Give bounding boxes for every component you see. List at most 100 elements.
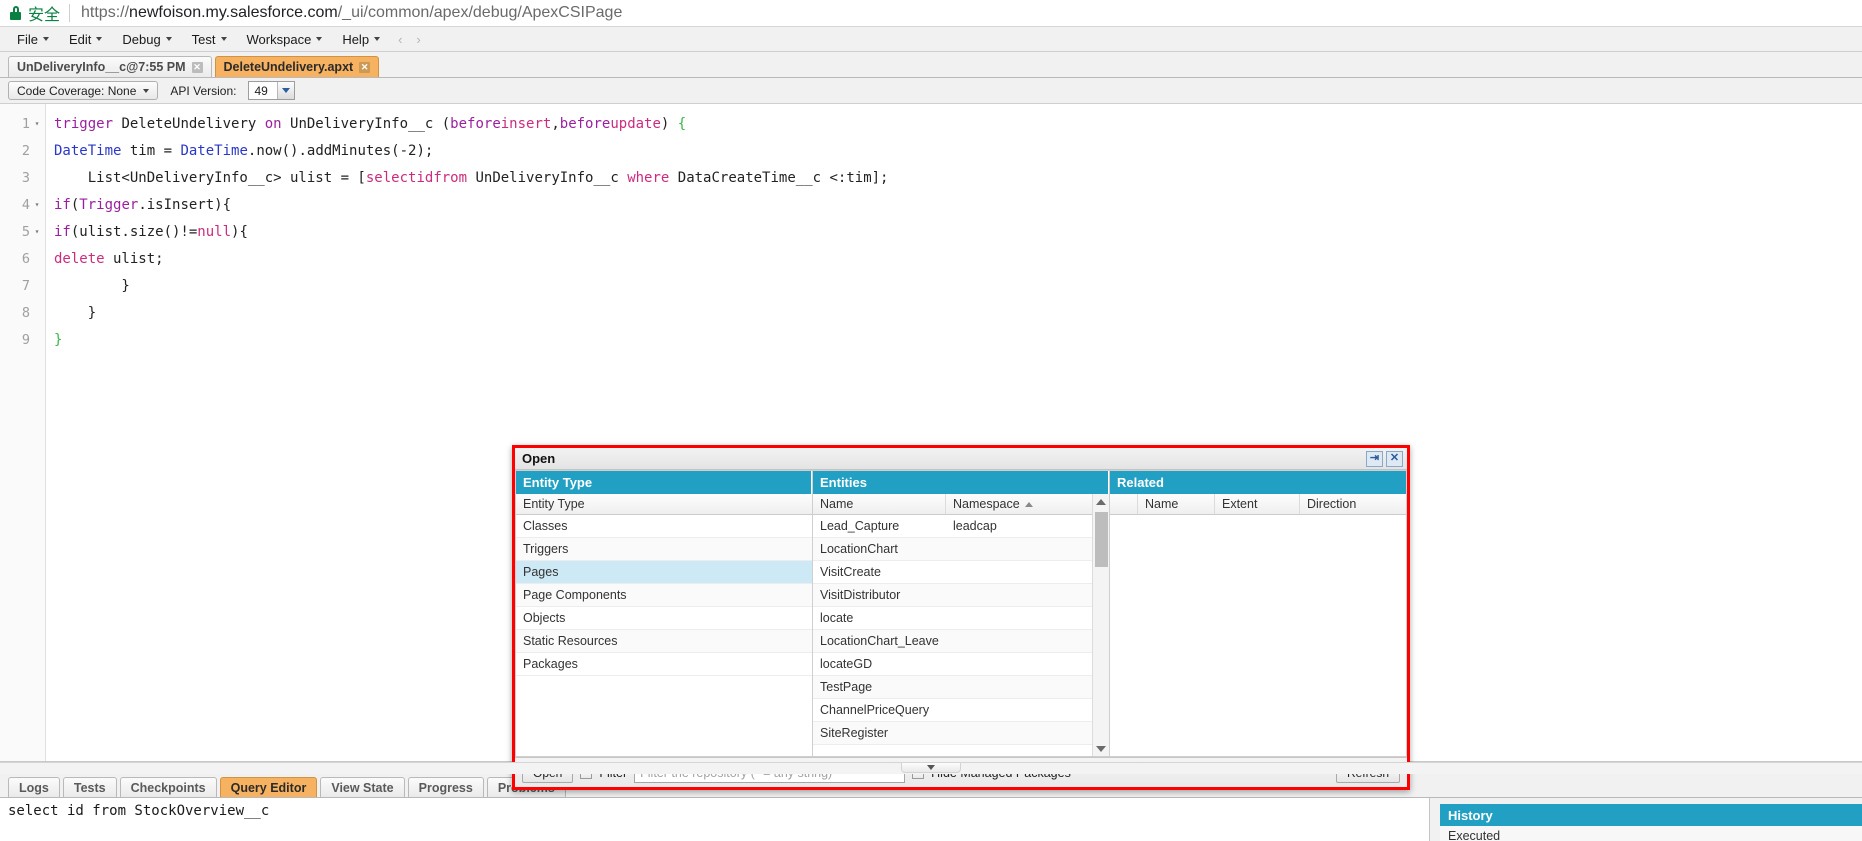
bottom-tab-progress[interactable]: Progress [407, 777, 484, 797]
browser-url-bar[interactable]: 安全 https://newfoison.my.salesforce.com/_… [0, 0, 1862, 27]
entity-type-row[interactable]: Static Resources [516, 630, 812, 653]
menu-item-file[interactable]: File [8, 29, 58, 50]
code-coverage-button[interactable]: Code Coverage: None [8, 81, 159, 100]
fold-toggle-icon[interactable]: ▾ [33, 227, 41, 236]
query-input[interactable]: select id from StockOverview__c [0, 798, 1429, 819]
entity-type-row[interactable]: Triggers [516, 538, 812, 561]
entities-rows[interactable]: Lead_Capture leadcap LocationChart VisitCre… [813, 515, 1092, 756]
close-icon[interactable]: ✕ [1386, 450, 1403, 467]
query-editor-pane[interactable]: select id from StockOverview__c [0, 798, 1430, 841]
entity-type-rows[interactable]: Classes Triggers Pages Page Components Objec… [516, 515, 812, 756]
menu-item-workspace[interactable]: Workspace [238, 29, 332, 50]
nav-back-icon[interactable]: ‹ [391, 30, 409, 49]
entity-row[interactable]: LocationChart_Leave [813, 630, 1092, 653]
dock-icon[interactable]: ⇥ [1366, 450, 1383, 467]
collapse-panel-handle[interactable] [901, 763, 961, 773]
code-line[interactable]: } [54, 299, 1862, 326]
fold-toggle-icon[interactable]: ▾ [33, 200, 41, 209]
entity-row[interactable]: ChannelPriceQuery [813, 699, 1092, 722]
entity-type-row[interactable]: Page Components [516, 584, 812, 607]
dialog-title-bar: Open ⇥ ✕ [515, 448, 1407, 470]
bottom-tab-checkpoints[interactable]: Checkpoints [119, 777, 217, 797]
bottom-tab-view-state[interactable]: View State [320, 777, 405, 797]
entity-row[interactable]: VisitCreate [813, 561, 1092, 584]
bottom-tab-logs[interactable]: Logs [8, 777, 60, 797]
column-namespace[interactable]: Namespace [946, 494, 1092, 514]
entity-row[interactable]: locate [813, 607, 1092, 630]
scrollbar-thumb[interactable] [1094, 512, 1108, 567]
column-name[interactable]: Name [813, 494, 946, 514]
related-header: Related [1110, 471, 1406, 494]
column-namespace-label: Namespace [953, 497, 1020, 511]
scroll-down-icon[interactable] [1093, 741, 1110, 756]
chevron-down-icon [374, 37, 381, 41]
menu-edit-label: Edit [68, 31, 92, 47]
entity-row[interactable]: SiteRegister [813, 722, 1092, 745]
bottom-tab-tests[interactable]: Tests [62, 777, 117, 797]
code-editor[interactable]: 1 ▾ 2 3 4 ▾ 5 ▾ 6 7 8 9 trigger DeleteUndelivery on… [0, 104, 1862, 790]
entity-row[interactable]: TestPage [813, 676, 1092, 699]
history-header: History [1440, 804, 1862, 826]
panel-splitter[interactable] [0, 762, 1862, 774]
file-tab-undeliveryinfo[interactable]: UnDeliveryInfo__c@7:55 PM ✕ [8, 56, 212, 77]
fold-toggle-icon[interactable]: ▾ [33, 119, 41, 128]
entity-row[interactable]: locateGD [813, 653, 1092, 676]
chevron-down-icon[interactable] [277, 82, 295, 99]
line-number: 4 ▾ [21, 196, 41, 213]
line-number: 6 [21, 250, 30, 267]
code-line[interactable]: List<UnDeliveryInfo__c> ulist = [select … [54, 164, 1862, 191]
entities-scrollbar[interactable] [1092, 494, 1109, 756]
code-line[interactable]: trigger DeleteUndelivery on UnDeliveryIn… [54, 110, 1862, 137]
close-icon[interactable]: ✕ [191, 61, 203, 73]
sort-ascending-icon [1024, 501, 1033, 507]
column-related-blank [1110, 494, 1138, 514]
code-line[interactable]: } [54, 326, 1862, 353]
entity-name-cell: VisitDistributor [820, 588, 901, 602]
url-divider [69, 4, 71, 22]
scroll-up-icon[interactable] [1093, 494, 1110, 509]
scrollbar-track[interactable] [1093, 509, 1110, 741]
entity-row[interactable]: VisitDistributor [813, 584, 1092, 607]
code-line[interactable]: } [54, 272, 1862, 299]
line-number-gutter: 1 ▾ 2 3 4 ▾ 5 ▾ 6 7 8 9 [0, 104, 46, 761]
chevron-down-icon [927, 765, 935, 770]
entity-type-row[interactable]: Classes [516, 515, 812, 538]
nav-forward-icon[interactable]: › [409, 30, 427, 49]
code-line[interactable]: if(Trigger .isInsert){ [54, 191, 1862, 218]
menu-bar: File Edit Debug Test Workspace Help ‹ › [0, 27, 1862, 52]
entity-type-row[interactable]: Pages [516, 561, 812, 584]
code-line[interactable]: if (ulist.size()!= null){ [54, 218, 1862, 245]
bottom-tab-query-editor[interactable]: Query Editor [219, 777, 318, 797]
column-related-extent[interactable]: Extent [1215, 494, 1300, 514]
menu-item-test[interactable]: Test [183, 29, 236, 50]
api-version-label: API Version: [170, 83, 237, 98]
entity-type-cell: Page Components [523, 588, 627, 602]
file-tab-label: DeleteUndelivery.apxt [223, 60, 354, 74]
file-tab-deleteundelivery[interactable]: DeleteUndelivery.apxt ✕ [214, 56, 380, 77]
history-row[interactable]: Executed [1440, 826, 1862, 841]
code-line[interactable]: DateTime tim = DateTime .now().addMinutes… [54, 137, 1862, 164]
entity-row[interactable]: LocationChart [813, 538, 1092, 561]
url-text[interactable]: https://newfoison.my.salesforce.com/_ui/… [81, 4, 622, 22]
column-entity-type[interactable]: Entity Type [516, 494, 812, 514]
open-dialog[interactable]: Open ⇥ ✕ Entity Type Entity Type Classes… [512, 445, 1410, 790]
file-tab-label: UnDeliveryInfo__c@7:55 PM [17, 60, 186, 74]
menu-item-debug[interactable]: Debug [113, 29, 180, 50]
column-related-name[interactable]: Name [1138, 494, 1215, 514]
column-related-direction[interactable]: Direction [1300, 494, 1406, 514]
secure-label: 安全 [28, 7, 61, 24]
entity-name-cell: VisitCreate [820, 565, 881, 579]
code-line[interactable]: delete ulist; [54, 245, 1862, 272]
menu-item-edit[interactable]: Edit [60, 29, 111, 50]
entities-column-header: Name Namespace [813, 494, 1092, 515]
entity-name-cell: ChannelPriceQuery [820, 703, 930, 717]
related-rows[interactable] [1110, 515, 1406, 756]
menu-item-help[interactable]: Help [333, 29, 389, 50]
api-version-select[interactable]: 49 [248, 81, 296, 100]
entity-type-row[interactable]: Packages [516, 653, 812, 676]
chevron-down-icon [165, 37, 172, 41]
entity-type-cell: Packages [523, 657, 578, 671]
entity-type-row[interactable]: Objects [516, 607, 812, 630]
entity-row[interactable]: Lead_Capture leadcap [813, 515, 1092, 538]
close-icon[interactable]: ✕ [359, 61, 371, 73]
